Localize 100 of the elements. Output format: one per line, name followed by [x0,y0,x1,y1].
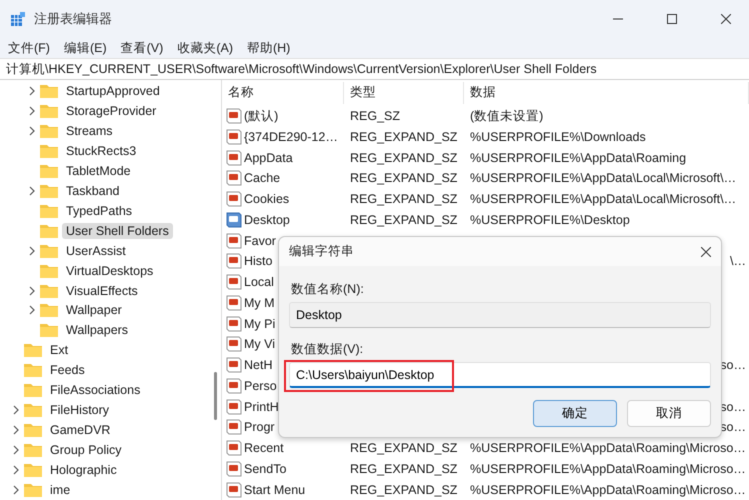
folder-icon [24,423,42,438]
close-icon [721,14,731,24]
cancel-button[interactable]: 取消 [627,400,711,427]
tree-item[interactable]: VisualEffects [62,282,142,298]
value-name[interactable]: Progr [244,420,275,434]
string-value-icon [226,108,242,124]
scrollbar-thumb[interactable] [214,372,217,420]
chevron-right-icon[interactable] [12,465,20,476]
column-header[interactable]: 数据 [464,82,749,104]
tree-item[interactable]: UserAssist [62,242,130,259]
value-data-field[interactable]: C:\Users\baiyun\Desktop [289,362,711,388]
maximize-icon [667,14,677,24]
tree-item[interactable]: TypedPaths [62,202,136,219]
menu-item[interactable]: 帮助(H) [246,40,290,56]
tree-item[interactable]: Feeds [46,362,89,378]
tree-item[interactable]: Taskband [62,182,124,199]
string-value-icon [226,440,242,456]
table-cell-text: REG_EXPAND_SZ [349,192,458,206]
string-value-icon [226,212,242,228]
menu-item[interactable]: 文件(F) [8,40,50,56]
tree-item[interactable]: ime [46,482,74,498]
menu-item[interactable]: 查看(V) [120,40,164,56]
tree-item[interactable]: Wallpaper [62,302,126,318]
value-name[interactable]: Desktop [244,212,290,227]
tree-item[interactable]: Holographic [46,462,121,478]
folder-icon [24,343,42,358]
folder-icon [40,104,58,118]
tree-item[interactable]: FileAssociations [46,382,144,398]
tree-item[interactable]: Ext [46,342,72,358]
ok-button[interactable]: 确定 [533,400,617,427]
close-icon[interactable] [701,246,711,256]
chevron-right-icon[interactable] [28,305,36,316]
table-cell-text: %USERPROFILE%\AppData\Local\Microsoft\… [469,171,736,186]
table-cell-text: %USERPROFILE%\Downloads [469,130,646,144]
value-name[interactable]: Cache [244,171,280,186]
string-value-icon [226,378,242,394]
tree-item[interactable]: StartupApproved [62,82,164,99]
tree-item[interactable]: TabletMode [62,162,135,179]
value-name[interactable]: Histo [244,254,272,268]
value-name[interactable]: AppData [244,150,293,165]
chevron-right-icon[interactable] [28,186,36,196]
value-name[interactable]: Cookies [244,192,290,206]
folder-icon [24,483,42,498]
chevron-right-icon[interactable] [28,286,36,296]
value-name[interactable]: Start Menu [244,482,306,497]
string-value-icon [226,253,242,270]
value-name[interactable]: Perso [244,378,277,393]
folder-icon [40,84,58,98]
string-value-icon [226,232,242,249]
chevron-right-icon[interactable] [12,485,20,496]
string-value-icon [226,357,242,374]
tree-item[interactable]: User Shell Folders [62,222,173,239]
tree-item[interactable]: VirtualDesktops [62,262,158,279]
value-name[interactable]: Local [244,275,274,290]
tree-item[interactable]: StuckRects3 [62,142,140,159]
value-name[interactable]: PrintH [244,400,279,414]
column-header[interactable]: 类型 [344,82,464,104]
folder-icon [40,184,58,198]
chevron-right-icon[interactable] [28,126,36,136]
chevron-right-icon[interactable] [28,86,36,96]
folder-icon [40,144,58,158]
string-value-icon [226,294,242,311]
chevron-right-icon[interactable] [12,405,20,416]
value-name[interactable]: NetH [244,358,272,372]
table-cell-text: %USERPROFILE%\AppData\Roaming [469,150,686,165]
menu-item[interactable]: 收藏夹(A) [177,40,233,56]
folder-icon [24,403,42,418]
value-name[interactable]: Favor [244,234,276,248]
value-name[interactable]: My M [244,296,275,310]
string-value-icon [226,419,242,436]
value-name[interactable]: SendTo [244,462,286,476]
string-value-icon [226,150,242,166]
tree-item[interactable]: Wallpapers [62,322,132,338]
field-label: 数值名称(N): [290,280,365,298]
value-name[interactable]: My Pi [244,316,276,331]
chevron-right-icon[interactable] [28,246,36,256]
chevron-right-icon[interactable] [12,445,20,456]
folder-icon [40,303,58,318]
folder-icon [40,164,58,178]
value-name[interactable]: Recent [244,441,284,456]
address-bar[interactable]: 计算机\HKEY_CURRENT_USER\Software\Microsoft\Windows\CurrentVersion\Explorer\User Shell Folders [0,58,749,80]
chevron-right-icon[interactable] [28,106,36,116]
chevron-right-icon[interactable] [12,425,20,436]
value-name[interactable]: (默认) [244,108,278,125]
table-cell-text: REG_EXPAND_SZ [349,212,458,227]
tree-item[interactable]: GameDVR [46,422,114,438]
value-name[interactable]: {374DE290-12… [244,130,338,144]
folder-icon [40,244,58,258]
folder-icon [24,463,42,478]
value-name[interactable]: My Vi [244,337,276,352]
tree-item[interactable]: Group Policy [46,442,126,458]
value-name-field[interactable]: Desktop [289,302,711,328]
tree-item[interactable]: FileHistory [46,402,114,418]
menu-item[interactable]: 编辑(E) [64,40,107,56]
window-title: 注册表编辑器 [34,10,113,28]
column-header[interactable]: 名称 [222,82,344,104]
tree-item[interactable]: Streams [62,122,117,139]
string-value-icon [226,336,242,352]
tree-item[interactable]: StorageProvider [62,102,160,119]
folder-icon [40,264,58,278]
